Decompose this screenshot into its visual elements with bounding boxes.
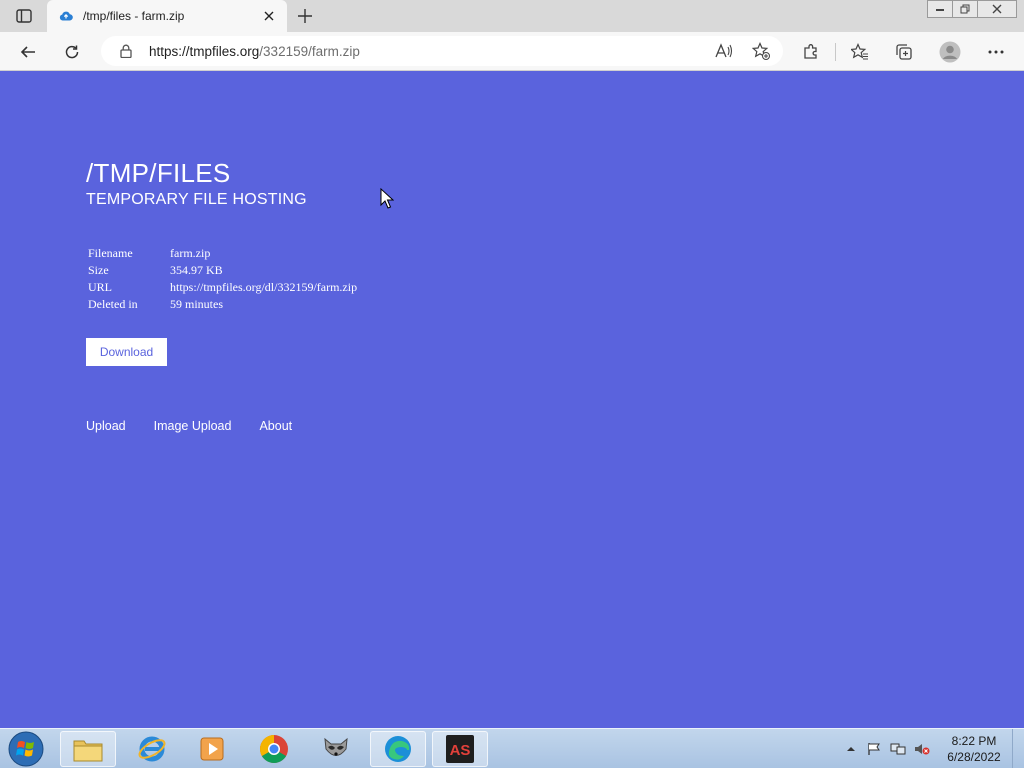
- more-icon: [988, 50, 1004, 54]
- info-value-url[interactable]: https://tmpfiles.org/dl/332159/farm.zip: [170, 279, 357, 296]
- info-label: Deleted in: [88, 297, 138, 311]
- volume-tray[interactable]: [914, 741, 930, 757]
- nav-about-link[interactable]: About: [259, 419, 292, 433]
- chevron-up-icon: [847, 747, 855, 751]
- flag-icon: [868, 743, 880, 755]
- address-path: /332159/farm.zip: [259, 44, 360, 59]
- info-label: URL: [88, 280, 112, 294]
- page-content: /TMP/FILES TEMPORARY FILE HOSTING Filena…: [0, 71, 1024, 728]
- nav-image-upload-link[interactable]: Image Upload: [154, 419, 232, 433]
- close-icon: [992, 4, 1002, 14]
- explorer-icon: [73, 740, 103, 762]
- footer-nav: Upload Image Upload About: [86, 419, 320, 433]
- favorites-icon: [851, 43, 868, 60]
- nav-upload-link[interactable]: Upload: [86, 419, 126, 433]
- taskbar-internet-explorer[interactable]: [124, 731, 180, 767]
- refresh-icon: [65, 45, 79, 59]
- network-tray[interactable]: [890, 741, 906, 757]
- info-value: 354.97 KB: [170, 263, 223, 277]
- profile-button[interactable]: [938, 40, 962, 64]
- info-label: Size: [88, 263, 109, 277]
- info-row-filename: Filename farm.zip: [88, 245, 357, 262]
- info-value: farm.zip: [170, 246, 211, 260]
- taskbar-raccoon-app[interactable]: [308, 731, 364, 767]
- tab-actions-button[interactable]: [8, 4, 40, 28]
- puzzle-icon: [804, 44, 817, 59]
- minimize-button[interactable]: [927, 0, 953, 18]
- media-player-icon: [200, 737, 224, 761]
- tab-active[interactable]: /tmp/files - farm.zip: [47, 0, 287, 32]
- clock-date: 6/28/2022: [947, 750, 1001, 764]
- clock-time: 8:22 PM: [951, 734, 997, 748]
- lock-icon[interactable]: [119, 43, 133, 59]
- volume-muted-icon: [915, 744, 930, 755]
- settings-menu-button[interactable]: [984, 40, 1008, 64]
- info-row-deleted-in: Deleted in 59 minutes: [88, 296, 357, 313]
- internet-explorer-icon: [138, 736, 166, 762]
- cloud-upload-icon: [59, 9, 73, 23]
- info-label: Filename: [88, 246, 133, 260]
- extensions-button[interactable]: [799, 40, 823, 64]
- download-button[interactable]: Download: [86, 338, 167, 366]
- network-icon: [890, 743, 906, 755]
- taskbar: AS 8:22 PM 6/28/2022: [0, 728, 1024, 768]
- chrome-icon: [260, 735, 288, 763]
- action-center-tray[interactable]: [866, 741, 882, 757]
- new-tab-button[interactable]: [294, 5, 316, 27]
- info-value: 59 minutes: [170, 297, 223, 311]
- taskbar-media-player[interactable]: [184, 731, 240, 767]
- toolbar-separator: [835, 43, 836, 61]
- taskbar-as-app[interactable]: AS: [432, 731, 488, 767]
- page-title: /TMP/FILES: [86, 158, 231, 188]
- show-desktop-button[interactable]: [1012, 729, 1024, 768]
- browser-toolbar: https://tmpfiles.org/332159/farm.zip: [0, 32, 1024, 71]
- address-text[interactable]: https://tmpfiles.org/332159/farm.zip: [149, 44, 360, 59]
- svg-text:AS: AS: [450, 742, 471, 759]
- address-bar[interactable]: https://tmpfiles.org/332159/farm.zip: [101, 36, 783, 66]
- windows-start-icon: [8, 731, 44, 767]
- add-favorite-icon[interactable]: [749, 39, 773, 63]
- tab-actions-icon: [16, 9, 32, 23]
- collections-button[interactable]: [892, 40, 916, 64]
- collections-icon: [896, 44, 912, 60]
- edge-icon: [385, 736, 411, 762]
- info-row-url: URL https://tmpfiles.org/dl/332159/farm.…: [88, 279, 357, 296]
- avatar-icon: [939, 41, 961, 63]
- raccoon-app-icon: [324, 737, 348, 756]
- taskbar-clock[interactable]: 8:22 PM 6/28/2022: [940, 733, 1008, 765]
- tab-title: /tmp/files - farm.zip: [83, 9, 185, 23]
- page-subtitle: TEMPORARY FILE HOSTING: [86, 191, 307, 208]
- restore-icon: [960, 4, 970, 14]
- taskbar-chrome[interactable]: [246, 731, 302, 767]
- refresh-button[interactable]: [60, 40, 84, 64]
- taskbar-edge[interactable]: [370, 731, 426, 767]
- close-window-button[interactable]: [977, 0, 1017, 18]
- as-app-icon: AS: [446, 735, 474, 763]
- file-info-table: Filename farm.zip Size 354.97 KB URL htt…: [88, 245, 357, 313]
- plus-icon: [298, 9, 312, 23]
- show-hidden-icons[interactable]: [843, 741, 859, 757]
- taskbar-explorer[interactable]: [60, 731, 116, 767]
- back-arrow-icon: [20, 46, 35, 58]
- favorites-button[interactable]: [848, 40, 872, 64]
- read-aloud-icon[interactable]: [712, 39, 736, 63]
- mouse-cursor-icon: [380, 188, 394, 209]
- tab-strip: /tmp/files - farm.zip: [0, 0, 1024, 32]
- back-button[interactable]: [16, 40, 40, 64]
- info-row-size: Size 354.97 KB: [88, 262, 357, 279]
- minimize-icon: [936, 9, 944, 11]
- restore-button[interactable]: [952, 0, 978, 18]
- address-host: https://tmpfiles.org: [149, 44, 260, 59]
- close-tab-icon[interactable]: [261, 8, 277, 24]
- start-button[interactable]: [6, 730, 46, 768]
